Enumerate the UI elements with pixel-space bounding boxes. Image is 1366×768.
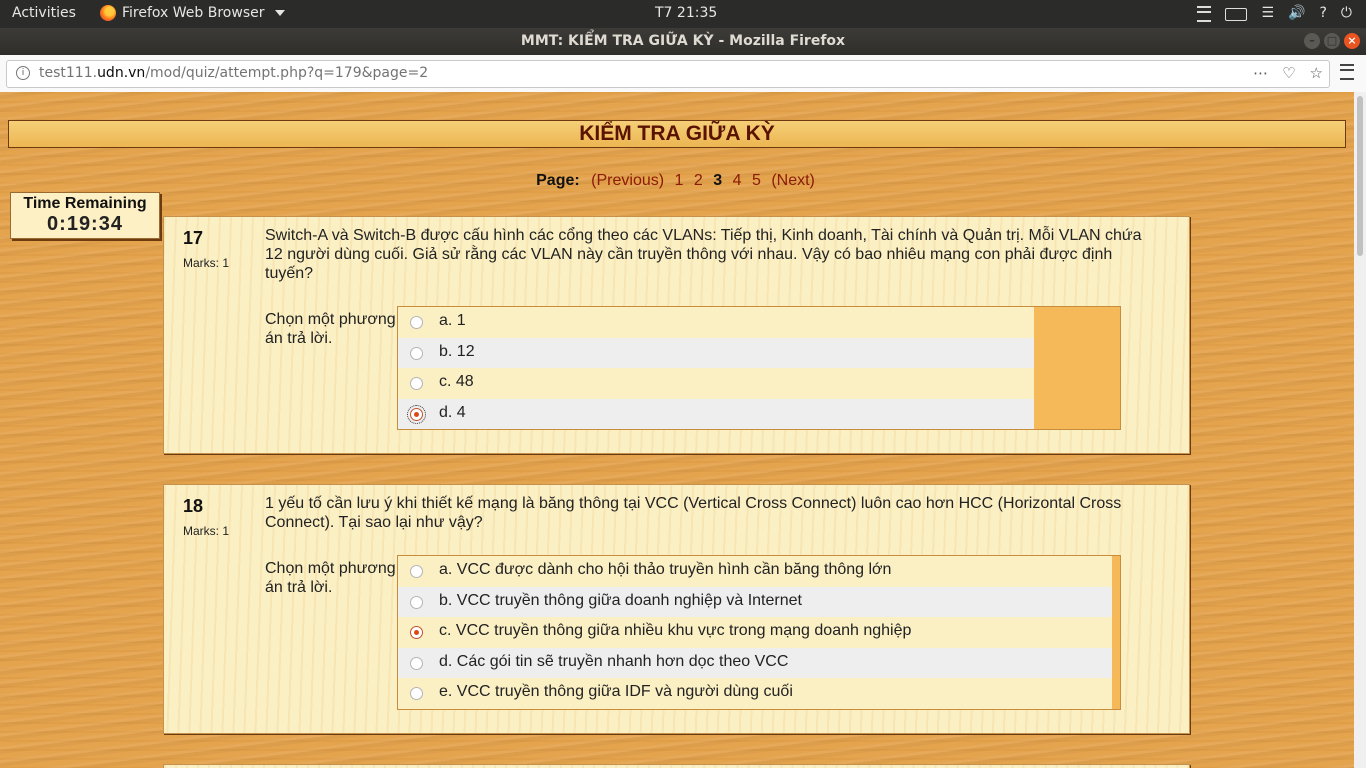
system-top-bar: Activities Firefox Web Browser T7 21:35 … xyxy=(0,0,1366,28)
answer-label[interactable]: b. VCC truyền thông giữa doanh nghiệp và… xyxy=(439,592,802,610)
clock[interactable]: T7 21:35 xyxy=(655,5,717,21)
answer-label[interactable]: c. VCC truyền thông giữa nhiều khu vực t… xyxy=(439,622,911,640)
minimize-button[interactable]: – xyxy=(1304,33,1320,49)
scrollbar-thumb[interactable] xyxy=(1357,96,1363,256)
url-actions: ⋯ ♡ ☆ xyxy=(1253,64,1323,82)
question-number: 18 xyxy=(183,496,204,516)
radio-button[interactable] xyxy=(410,316,423,329)
radio-button[interactable] xyxy=(410,595,423,609)
wifi-icon[interactable]: ☰ xyxy=(1261,4,1274,22)
pagination-next[interactable]: (Next) xyxy=(771,172,815,189)
pagination-previous[interactable]: (Previous) xyxy=(591,172,664,189)
answer-label[interactable]: c. 48 xyxy=(439,373,474,391)
hamburger-menu-icon[interactable] xyxy=(1340,64,1354,80)
maximize-button[interactable]: □ xyxy=(1324,33,1340,49)
answer-option[interactable]: a. VCC được dành cho hội thảo truyền hìn… xyxy=(398,556,1112,587)
browser-toolbar: i test111.udn.vn/mod/quiz/attempt.php?q=… xyxy=(0,55,1366,93)
radio-button[interactable] xyxy=(410,377,423,390)
page-title: KIỂM TRA GIỮA KỲ xyxy=(8,120,1346,148)
answer-option[interactable]: e. VCC truyền thông giữa IDF và người dù… xyxy=(398,678,1112,709)
answer-option[interactable]: c. 48 xyxy=(398,368,1034,399)
answer-label[interactable]: b. 12 xyxy=(439,343,475,361)
power-icon[interactable]: ⏻ xyxy=(1341,4,1352,22)
more-actions-icon[interactable]: ⋯ xyxy=(1253,64,1268,82)
answer-option[interactable]: d. 4 xyxy=(398,398,1034,429)
menu-list-icon[interactable] xyxy=(1197,6,1212,22)
help-icon[interactable]: ? xyxy=(1319,4,1326,22)
answer-label[interactable]: d. Các gói tin sẽ truyền nhanh hơn dọc t… xyxy=(439,653,788,671)
app-menu-label: Firefox Web Browser xyxy=(122,5,265,21)
question-number: 17 xyxy=(183,228,204,248)
pagination-page-1[interactable]: 1 xyxy=(675,172,684,189)
question-card: 17 Marks: 1 Switch-A và Switch-B được cấ… xyxy=(163,216,1190,454)
answer-label[interactable]: a. VCC được dành cho hội thảo truyền hìn… xyxy=(439,561,891,579)
bookmark-star-icon[interactable]: ☆ xyxy=(1310,64,1323,82)
window-controls: – □ × xyxy=(1304,33,1360,49)
time-remaining-box: Time Remaining 0:19:34 xyxy=(10,192,160,239)
answer-list: a. 1 b. 12 c. 48 d. 4 xyxy=(397,306,1121,430)
system-tray[interactable]: ☰ 🔊 ? ⏻ xyxy=(1197,4,1352,22)
window-title-bar: MMT: KIỂM TRA GIỮA KỲ - Mozilla Firefox … xyxy=(0,28,1366,55)
answer-label[interactable]: a. 1 xyxy=(439,312,466,330)
page-content: KIỂM TRA GIỮA KỲ Page: (Previous) 1 2 3 … xyxy=(0,92,1354,768)
firefox-icon xyxy=(100,5,116,21)
chevron-down-icon xyxy=(274,10,285,16)
radio-button[interactable] xyxy=(410,346,423,360)
pagination-page-4[interactable]: 4 xyxy=(733,172,742,189)
radio-button-selected[interactable] xyxy=(410,626,423,639)
window-title: MMT: KIỂM TRA GIỮA KỲ - Mozilla Firefox xyxy=(520,33,846,49)
info-icon[interactable]: i xyxy=(16,66,30,80)
answer-prompt: Chọn một phương án trả lời. xyxy=(265,560,396,596)
page-scrollbar[interactable] xyxy=(1354,92,1366,768)
answer-list: a. VCC được dành cho hội thảo truyền hìn… xyxy=(397,555,1121,710)
close-button[interactable]: × xyxy=(1344,33,1360,49)
radio-button[interactable] xyxy=(410,565,423,578)
activities-button[interactable]: Activities xyxy=(12,5,76,21)
pagination-page-5[interactable]: 5 xyxy=(752,172,761,189)
answer-label[interactable]: e. VCC truyền thông giữa IDF và người dù… xyxy=(439,683,793,701)
answer-prompt: Chọn một phương án trả lời. xyxy=(265,311,396,347)
pagination-current: 3 xyxy=(713,172,723,189)
question-card: 18 Marks: 1 1 yếu tố cần lưu ý khi thiết… xyxy=(163,484,1190,734)
app-menu[interactable]: Firefox Web Browser xyxy=(100,5,285,21)
radio-button[interactable] xyxy=(410,656,423,670)
answer-option[interactable]: d. Các gói tin sẽ truyền nhanh hơn dọc t… xyxy=(398,647,1112,678)
volume-icon[interactable]: 🔊 xyxy=(1288,4,1305,22)
pocket-icon[interactable]: ♡ xyxy=(1282,64,1295,82)
pagination-page-2[interactable]: 2 xyxy=(694,172,703,189)
timer-label: Time Remaining xyxy=(23,195,147,212)
question-marks: Marks: 1 xyxy=(183,524,230,538)
answer-option[interactable]: b. VCC truyền thông giữa doanh nghiệp và… xyxy=(398,586,1112,617)
keyboard-icon[interactable] xyxy=(1225,8,1248,21)
question-text: Switch-A và Switch-B được cấu hình các c… xyxy=(265,227,1142,282)
pagination-label: Page: xyxy=(536,172,580,189)
timer-value: 0:19:34 xyxy=(47,213,123,235)
answer-option[interactable]: a. 1 xyxy=(398,307,1034,338)
radio-button[interactable] xyxy=(410,687,423,700)
url-text[interactable]: test111.udn.vn/mod/quiz/attempt.php?q=17… xyxy=(39,65,428,81)
radio-button-selected[interactable] xyxy=(407,404,426,424)
answer-label[interactable]: d. 4 xyxy=(439,404,466,422)
url-bar[interactable]: i test111.udn.vn/mod/quiz/attempt.php?q=… xyxy=(6,60,1330,88)
pagination: Page: (Previous) 1 2 3 4 5 (Next) xyxy=(0,172,1354,190)
question-marks: Marks: 1 xyxy=(183,256,230,270)
answer-option[interactable]: c. VCC truyền thông giữa nhiều khu vực t… xyxy=(398,617,1112,648)
question-text: 1 yếu tố cần lưu ý khi thiết kế mạng là … xyxy=(265,495,1122,531)
question-card xyxy=(163,764,1190,768)
answer-option[interactable]: b. 12 xyxy=(398,337,1034,368)
